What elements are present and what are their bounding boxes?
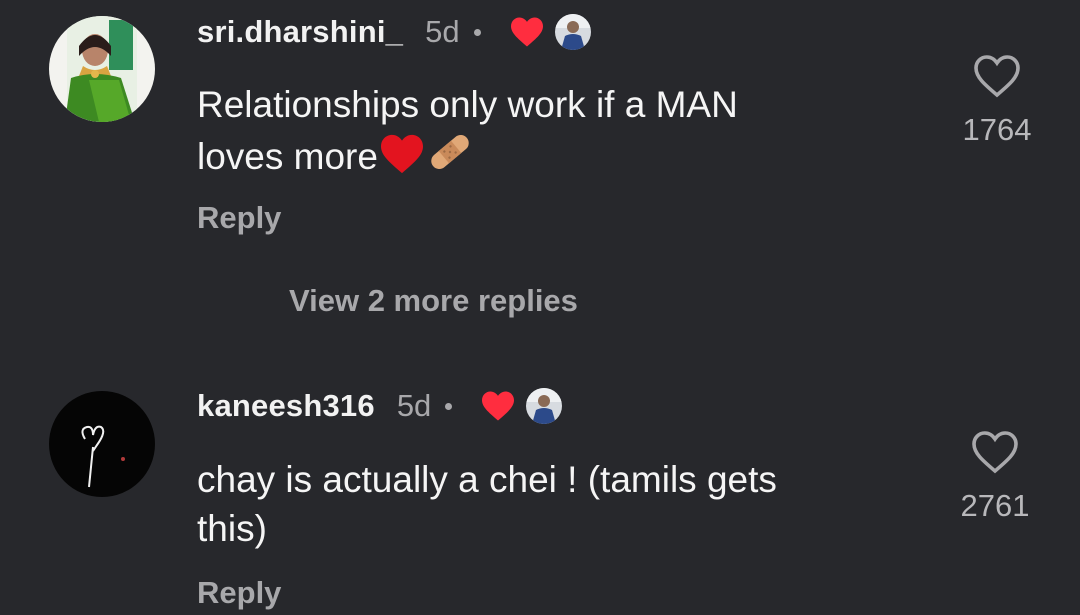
like-area: 1764: [952, 54, 1042, 148]
avatar[interactable]: [49, 16, 155, 122]
like-area: 2761: [950, 430, 1040, 524]
username[interactable]: kaneesh316: [197, 388, 375, 424]
comment-text-line: this): [197, 508, 267, 549]
comment-text-part: loves more: [197, 136, 378, 177]
like-heart-outline-icon[interactable]: [973, 54, 1021, 98]
profile-photo-woman-green-saree: [49, 16, 155, 122]
timestamp: 5d: [396, 388, 432, 423]
creator-liked-heart-icon: [510, 17, 543, 47]
comment-text-line: Relationships only work if a MAN: [197, 84, 738, 125]
reply-button[interactable]: Reply: [197, 200, 281, 236]
comment-text-line: chay is actually a chei ! (tamils gets: [197, 459, 777, 500]
separator-dot: [445, 402, 453, 410]
separator-dot: [473, 28, 481, 36]
view-more-replies-button[interactable]: View 2 more replies: [289, 283, 578, 319]
comment-meta: sri.dharshini_ 5d: [197, 12, 591, 52]
red-heart-emoji-icon: [380, 134, 423, 174]
comment-text: Relationships only work if a MAN loves m…: [197, 80, 897, 181]
username[interactable]: sri.dharshini_: [197, 14, 403, 50]
like-heart-outline-icon[interactable]: [971, 430, 1019, 474]
creator-liked-heart-icon: [482, 391, 515, 421]
like-count: 1764: [962, 112, 1032, 147]
timestamp: 5d: [425, 14, 460, 49]
reply-button[interactable]: Reply: [197, 575, 281, 611]
avatar[interactable]: [49, 391, 155, 497]
adhesive-bandage-emoji-icon: [431, 135, 469, 169]
like-count: 2761: [960, 488, 1030, 523]
profile-photo-dark-heart-doodle: [49, 391, 155, 497]
creator-avatar-icon: [526, 388, 563, 424]
comment-text: chay is actually a chei ! (tamils gets t…: [197, 455, 897, 553]
creator-avatar-icon: [554, 14, 591, 50]
comments-screen: sri.dharshini_ 5d Relationships only wor…: [0, 0, 1080, 615]
comment-meta: kaneesh316 5d: [197, 386, 563, 426]
comment-text-line: loves more: [197, 129, 897, 181]
